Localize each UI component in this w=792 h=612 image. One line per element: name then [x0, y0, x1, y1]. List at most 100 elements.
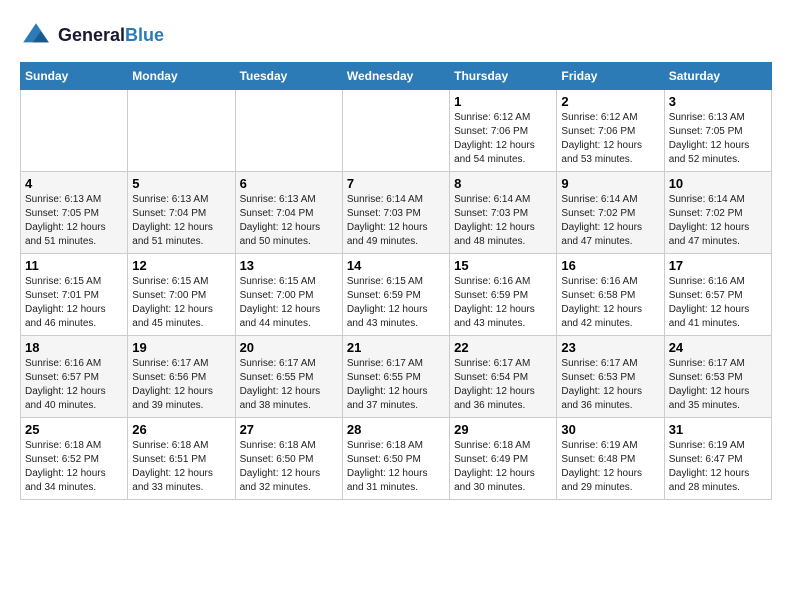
day-info: Sunrise: 6:17 AM Sunset: 6:55 PM Dayligh… [347, 357, 445, 413]
day-number: 2 [561, 94, 659, 109]
day-info: Sunrise: 6:19 AM Sunset: 6:48 PM Dayligh… [561, 439, 659, 495]
calendar-cell: 21 Sunrise: 6:17 AM Sunset: 6:55 PM Dayli… [342, 336, 449, 418]
day-info: Sunrise: 6:13 AM Sunset: 7:04 PM Dayligh… [132, 193, 230, 249]
calendar-week-row: 4Sunrise: 6:13 AM Sunset: 7:05 PM Daylig… [21, 172, 772, 254]
calendar-cell: 19 Sunrise: 6:17 AM Sunset: 6:56 PM Dayli… [128, 336, 235, 418]
day-number: 28 [347, 422, 445, 437]
calendar-cell: 14 Sunrise: 6:15 AM Sunset: 6:59 PM Dayli… [342, 254, 449, 336]
day-number: 16 [561, 258, 659, 273]
day-number: 15 [454, 258, 552, 273]
calendar-cell: 4Sunrise: 6:13 AM Sunset: 7:05 PM Daylig… [21, 172, 128, 254]
day-number: 8 [454, 176, 552, 191]
day-info: Sunrise: 6:13 AM Sunset: 7:05 PM Dayligh… [669, 111, 767, 167]
day-info: Sunrise: 6:16 AM Sunset: 6:57 PM Dayligh… [25, 357, 123, 413]
weekday-header: Sunday [21, 63, 128, 90]
day-number: 3 [669, 94, 767, 109]
calendar-cell: 8 Sunrise: 6:14 AM Sunset: 7:03 PM Daylig… [450, 172, 557, 254]
calendar-cell: 27Sunrise: 6:18 AM Sunset: 6:50 PM Dayli… [235, 418, 342, 500]
calendar-cell: 13 Sunrise: 6:15 AM Sunset: 7:00 PM Dayli… [235, 254, 342, 336]
calendar-cell [342, 90, 449, 172]
day-info: Sunrise: 6:16 AM Sunset: 6:57 PM Dayligh… [669, 275, 767, 331]
calendar-cell: 28 Sunrise: 6:18 AM Sunset: 6:50 PM Dayli… [342, 418, 449, 500]
day-info: Sunrise: 6:17 AM Sunset: 6:55 PM Dayligh… [240, 357, 338, 413]
day-number: 9 [561, 176, 659, 191]
day-info: Sunrise: 6:12 AM Sunset: 7:06 PM Dayligh… [561, 111, 659, 167]
day-number: 22 [454, 340, 552, 355]
day-number: 6 [240, 176, 338, 191]
day-info: Sunrise: 6:14 AM Sunset: 7:02 PM Dayligh… [669, 193, 767, 249]
day-info: Sunrise: 6:15 AM Sunset: 7:00 PM Dayligh… [240, 275, 338, 331]
calendar-cell: 7Sunrise: 6:14 AM Sunset: 7:03 PM Daylig… [342, 172, 449, 254]
calendar-week-row: 25 Sunrise: 6:18 AM Sunset: 6:52 PM Dayli… [21, 418, 772, 500]
weekday-header: Tuesday [235, 63, 342, 90]
calendar-cell: 30Sunrise: 6:19 AM Sunset: 6:48 PM Dayli… [557, 418, 664, 500]
day-info: Sunrise: 6:13 AM Sunset: 7:04 PM Dayligh… [240, 193, 338, 249]
calendar-cell: 23 Sunrise: 6:17 AM Sunset: 6:53 PM Dayli… [557, 336, 664, 418]
day-number: 18 [25, 340, 123, 355]
day-number: 12 [132, 258, 230, 273]
weekday-header: Friday [557, 63, 664, 90]
calendar-cell: 18 Sunrise: 6:16 AM Sunset: 6:57 PM Dayli… [21, 336, 128, 418]
day-number: 10 [669, 176, 767, 191]
calendar-cell: 9 Sunrise: 6:14 AM Sunset: 7:02 PM Daylig… [557, 172, 664, 254]
day-number: 11 [25, 258, 123, 273]
day-number: 25 [25, 422, 123, 437]
calendar-cell: 26 Sunrise: 6:18 AM Sunset: 6:51 PM Dayli… [128, 418, 235, 500]
header: GeneralBlue [20, 20, 772, 52]
day-info: Sunrise: 6:15 AM Sunset: 6:59 PM Dayligh… [347, 275, 445, 331]
day-info: Sunrise: 6:18 AM Sunset: 6:52 PM Dayligh… [25, 439, 123, 495]
day-info: Sunrise: 6:16 AM Sunset: 6:58 PM Dayligh… [561, 275, 659, 331]
day-info: Sunrise: 6:19 AM Sunset: 6:47 PM Dayligh… [669, 439, 767, 495]
day-number: 17 [669, 258, 767, 273]
weekday-header: Wednesday [342, 63, 449, 90]
calendar-cell: 31 Sunrise: 6:19 AM Sunset: 6:47 PM Dayli… [664, 418, 771, 500]
day-info: Sunrise: 6:15 AM Sunset: 7:01 PM Dayligh… [25, 275, 123, 331]
day-number: 19 [132, 340, 230, 355]
day-number: 20 [240, 340, 338, 355]
calendar-cell: 20 Sunrise: 6:17 AM Sunset: 6:55 PM Dayli… [235, 336, 342, 418]
calendar-cell: 5 Sunrise: 6:13 AM Sunset: 7:04 PM Daylig… [128, 172, 235, 254]
day-info: Sunrise: 6:17 AM Sunset: 6:56 PM Dayligh… [132, 357, 230, 413]
day-number: 23 [561, 340, 659, 355]
day-number: 24 [669, 340, 767, 355]
weekday-header: Thursday [450, 63, 557, 90]
calendar-cell: 15 Sunrise: 6:16 AM Sunset: 6:59 PM Dayli… [450, 254, 557, 336]
weekday-header: Saturday [664, 63, 771, 90]
day-info: Sunrise: 6:14 AM Sunset: 7:03 PM Dayligh… [454, 193, 552, 249]
day-info: Sunrise: 6:17 AM Sunset: 6:54 PM Dayligh… [454, 357, 552, 413]
day-info: Sunrise: 6:15 AM Sunset: 7:00 PM Dayligh… [132, 275, 230, 331]
day-number: 31 [669, 422, 767, 437]
calendar-cell: 29 Sunrise: 6:18 AM Sunset: 6:49 PM Dayli… [450, 418, 557, 500]
calendar-cell: 22 Sunrise: 6:17 AM Sunset: 6:54 PM Dayli… [450, 336, 557, 418]
day-info: Sunrise: 6:16 AM Sunset: 6:59 PM Dayligh… [454, 275, 552, 331]
calendar-cell: 16 Sunrise: 6:16 AM Sunset: 6:58 PM Dayli… [557, 254, 664, 336]
day-number: 29 [454, 422, 552, 437]
logo-icon [20, 20, 52, 52]
weekday-header: Monday [128, 63, 235, 90]
day-info: Sunrise: 6:18 AM Sunset: 6:50 PM Dayligh… [347, 439, 445, 495]
day-number: 13 [240, 258, 338, 273]
calendar-table: SundayMondayTuesdayWednesdayThursdayFrid… [20, 62, 772, 500]
calendar-week-row: 18 Sunrise: 6:16 AM Sunset: 6:57 PM Dayli… [21, 336, 772, 418]
calendar-cell [235, 90, 342, 172]
day-number: 5 [132, 176, 230, 191]
day-number: 26 [132, 422, 230, 437]
calendar-cell: 3 Sunrise: 6:13 AM Sunset: 7:05 PM Daylig… [664, 90, 771, 172]
calendar-cell: 12 Sunrise: 6:15 AM Sunset: 7:00 PM Dayli… [128, 254, 235, 336]
calendar-week-row: 11 Sunrise: 6:15 AM Sunset: 7:01 PM Dayli… [21, 254, 772, 336]
day-info: Sunrise: 6:18 AM Sunset: 6:51 PM Dayligh… [132, 439, 230, 495]
day-number: 4 [25, 176, 123, 191]
day-info: Sunrise: 6:17 AM Sunset: 6:53 PM Dayligh… [561, 357, 659, 413]
day-number: 14 [347, 258, 445, 273]
day-info: Sunrise: 6:12 AM Sunset: 7:06 PM Dayligh… [454, 111, 552, 167]
logo-text: GeneralBlue [58, 26, 164, 46]
day-number: 27 [240, 422, 338, 437]
day-info: Sunrise: 6:18 AM Sunset: 6:49 PM Dayligh… [454, 439, 552, 495]
day-info: Sunrise: 6:14 AM Sunset: 7:02 PM Dayligh… [561, 193, 659, 249]
day-number: 21 [347, 340, 445, 355]
day-number: 1 [454, 94, 552, 109]
logo: GeneralBlue [20, 20, 164, 52]
calendar-cell: 10 Sunrise: 6:14 AM Sunset: 7:02 PM Dayli… [664, 172, 771, 254]
day-info: Sunrise: 6:17 AM Sunset: 6:53 PM Dayligh… [669, 357, 767, 413]
calendar-cell: 25 Sunrise: 6:18 AM Sunset: 6:52 PM Dayli… [21, 418, 128, 500]
